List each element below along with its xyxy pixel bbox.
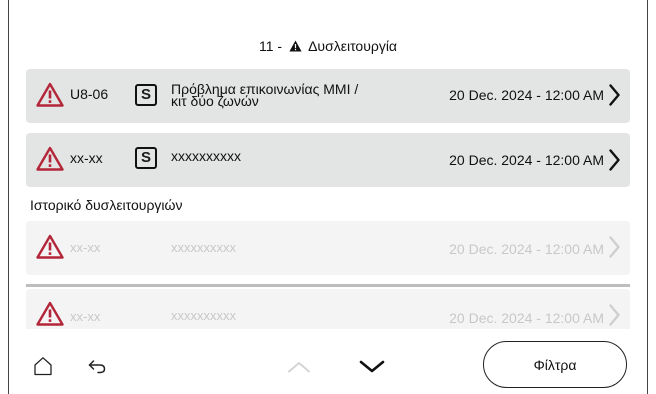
- fault-date: 20 Dec. 2024 - 12:00 AM: [449, 152, 604, 168]
- alert-icon: [36, 234, 64, 264]
- chevron-right-icon: [609, 236, 620, 263]
- fault-code: U8-06: [70, 86, 109, 102]
- title-label: Δυσλειτουργία: [308, 38, 398, 54]
- list-divider: [26, 284, 630, 287]
- fault-description: xxxxxxxxxx: [171, 308, 236, 323]
- history-row[interactable]: xx-xx xxxxxxxxxx 20 Dec. 2024 - 12:00 AM: [26, 289, 630, 329]
- chevron-right-icon: [609, 149, 620, 176]
- fault-count: 11: [258, 38, 274, 54]
- fault-date: 20 Dec. 2024 - 12:00 AM: [449, 87, 604, 103]
- fault-code: xx-xx: [70, 150, 103, 166]
- chevron-down-icon[interactable]: [359, 360, 385, 378]
- service-badge: S: [135, 147, 157, 169]
- alert-icon: [36, 146, 64, 176]
- alert-icon: [36, 301, 64, 331]
- fault-code: xx-xx: [70, 240, 101, 255]
- fault-date: 20 Dec. 2024 - 12:00 AM: [449, 310, 604, 326]
- chevron-right-icon: [609, 84, 620, 111]
- alert-icon: [36, 82, 64, 112]
- fault-description: Πρόβλημα επικοινωνίας MMI / κιτ δύο ζωνώ…: [171, 82, 358, 108]
- title-separator: -: [277, 38, 283, 54]
- history-heading: Ιστορικό δυσλειτουργιών: [30, 197, 183, 213]
- chevron-right-icon: [609, 304, 620, 331]
- fault-date: 20 Dec. 2024 - 12:00 AM: [449, 241, 604, 257]
- back-icon[interactable]: [87, 359, 107, 380]
- home-icon[interactable]: [33, 356, 53, 381]
- service-badge: S: [135, 84, 157, 106]
- filter-button[interactable]: Φίλτρα: [483, 341, 627, 388]
- fault-screen: 11 - Δυσλειτουργία U8-06 S Πρόβλημα επικ…: [8, 0, 648, 394]
- warning-icon: [289, 39, 302, 55]
- fault-code: xx-xx: [70, 309, 101, 324]
- fault-row[interactable]: U8-06 S Πρόβλημα επικοινωνίας MMI / κιτ …: [26, 69, 630, 123]
- history-row[interactable]: xx-xx xxxxxxxxxx 20 Dec. 2024 - 12:00 AM: [26, 221, 630, 275]
- fault-description: xxxxxxxxxx: [171, 148, 241, 164]
- chevron-up-icon[interactable]: [287, 360, 311, 378]
- fault-description: xxxxxxxxxx: [171, 240, 236, 255]
- page-title: 11 - Δυσλειτουργία: [9, 38, 647, 55]
- fault-row[interactable]: xx-xx S xxxxxxxxxx 20 Dec. 2024 - 12:00 …: [26, 133, 630, 187]
